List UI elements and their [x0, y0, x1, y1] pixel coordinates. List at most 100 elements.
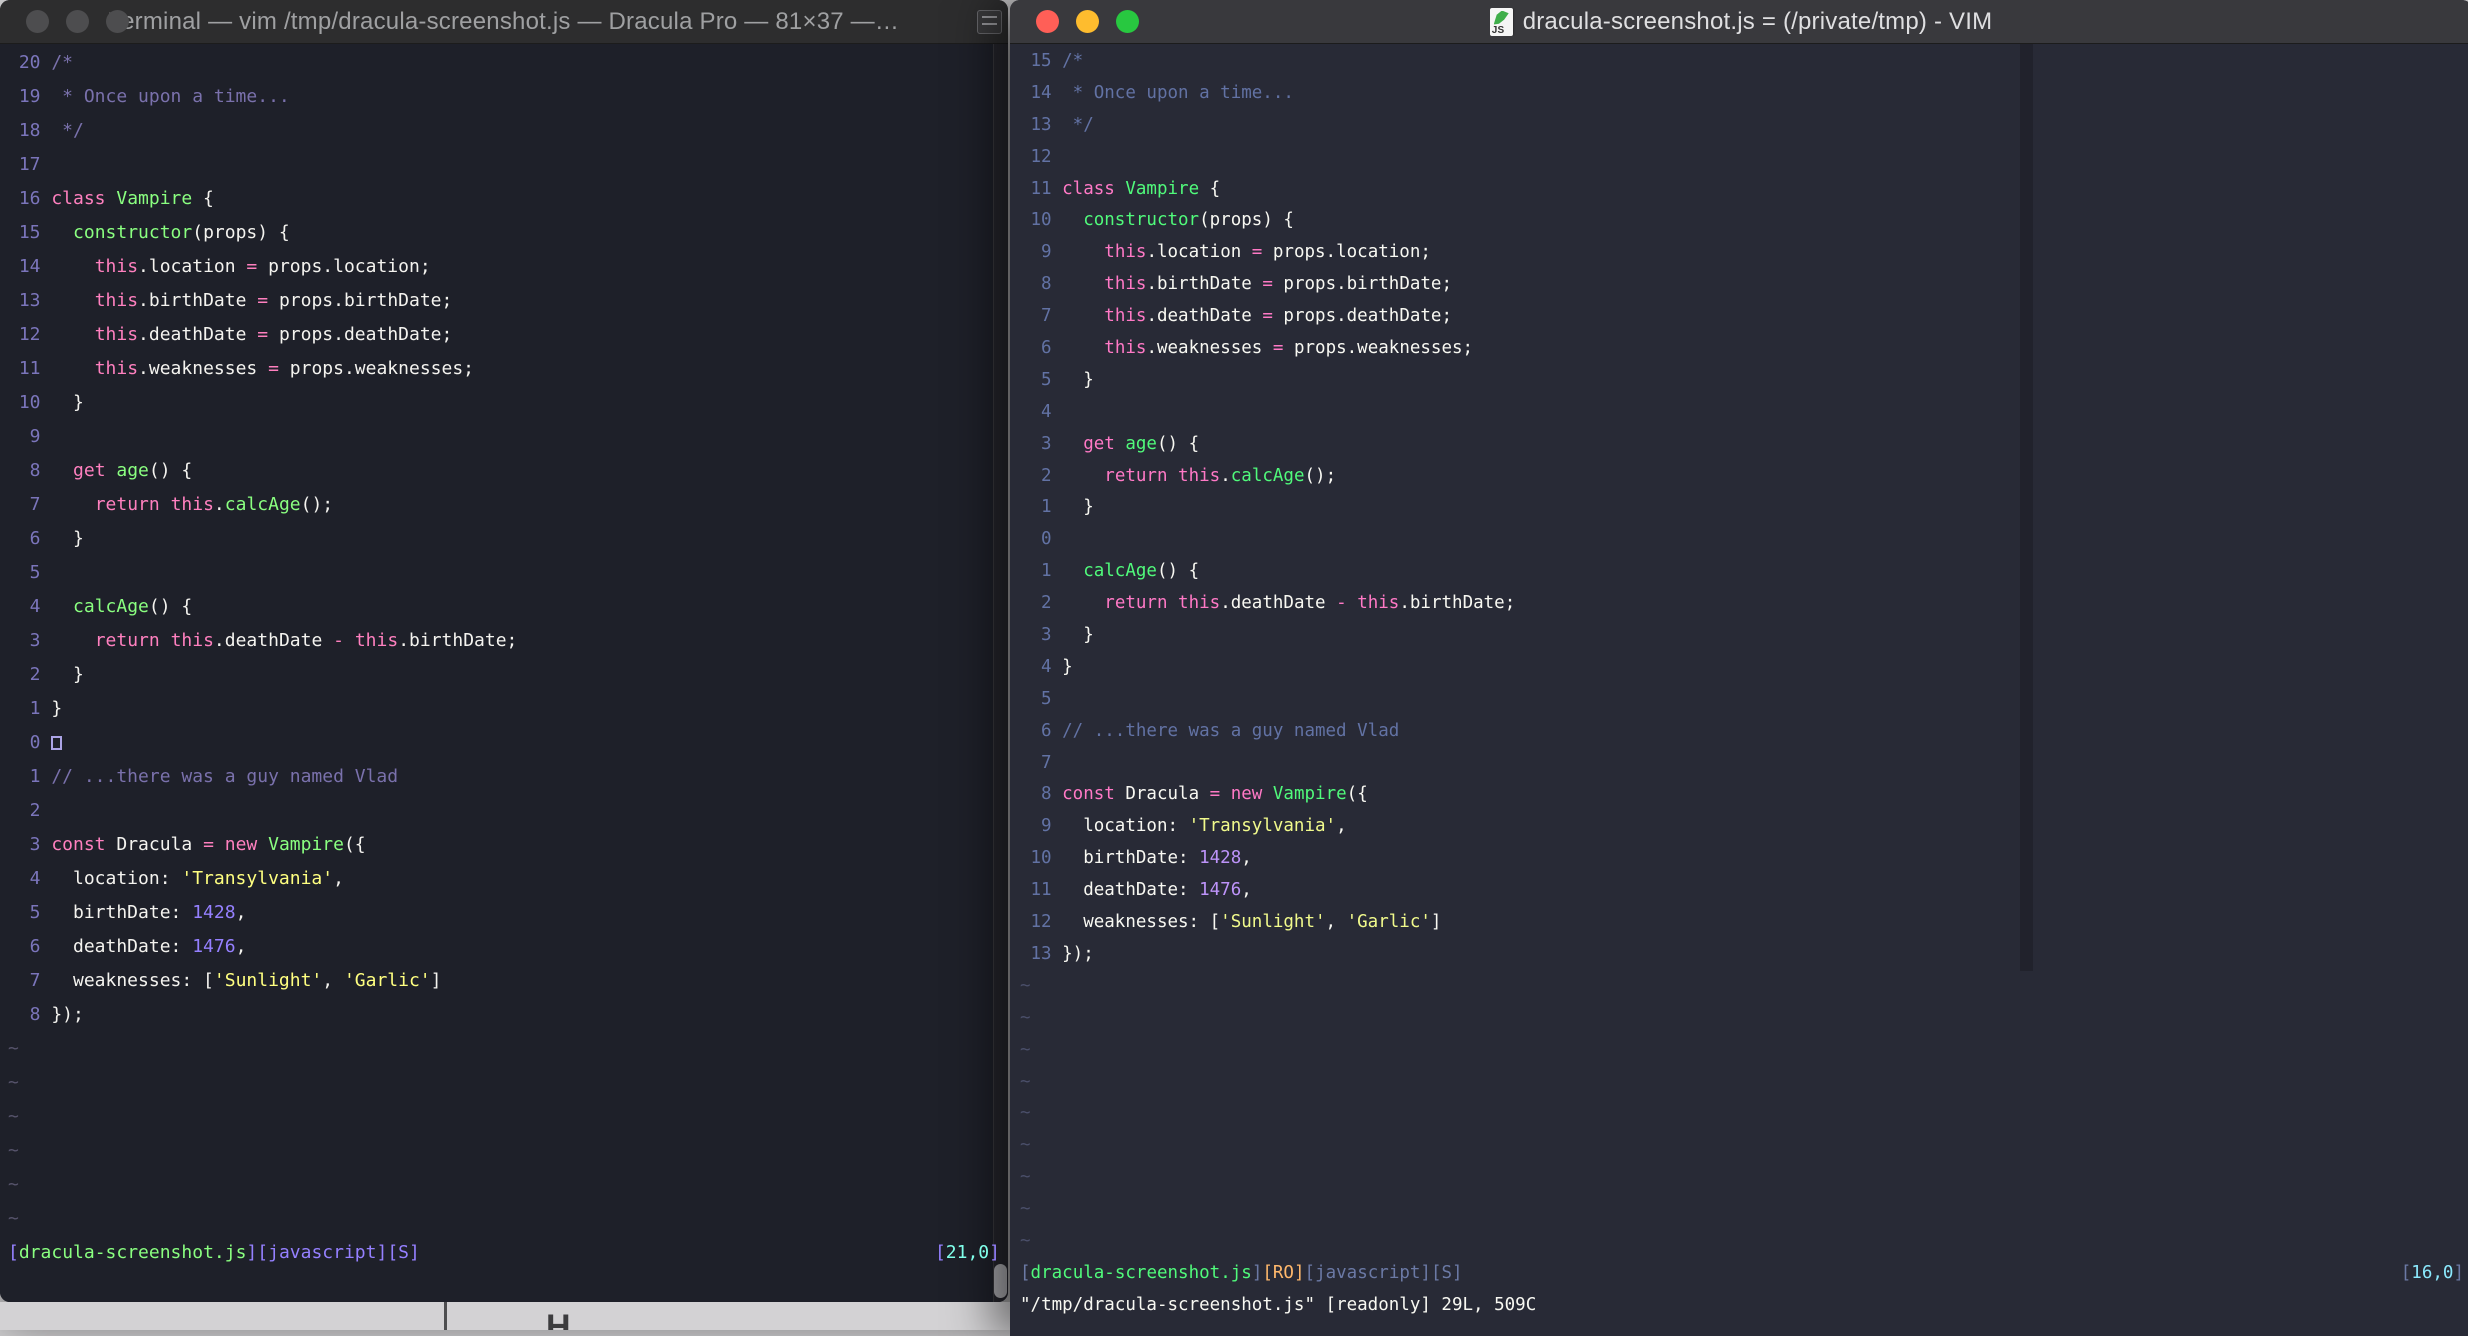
- code-line: 4}: [1020, 652, 2468, 684]
- line-number: 6: [1041, 720, 1052, 741]
- js-badge: JS: [1491, 24, 1505, 36]
- code-line: 2 }: [8, 658, 1008, 692]
- code-line: 19 * Once upon a time...: [8, 80, 1008, 114]
- marks-bar-icon: [982, 23, 997, 25]
- code-line: 2: [8, 794, 1008, 828]
- desktop-artifact-line: [444, 1302, 447, 1330]
- code-line: 7 return this.calcAge();: [8, 488, 1008, 522]
- line-number: 18: [18, 120, 41, 141]
- filler-tilde: ~: [8, 1106, 19, 1127]
- code-line: 12 this.deathDate = props.deathDate;: [8, 318, 1008, 352]
- code-line: 0: [8, 726, 1008, 760]
- zoom-button[interactable]: [106, 10, 129, 33]
- vim-leaf-icon: [1493, 10, 1509, 25]
- code-line: 11 deathDate: 1476,: [1020, 875, 2468, 907]
- code-line: 3 return this.deathDate - this.birthDate…: [8, 624, 1008, 658]
- code-line: 10 constructor(props) {: [1020, 205, 2468, 237]
- code-line: 0: [1020, 524, 2468, 556]
- terminal-titlebar[interactable]: Terminal — vim /tmp/dracula-screenshot.j…: [0, 0, 1008, 44]
- line-number: 14: [18, 256, 41, 277]
- line-number: 9: [1041, 816, 1052, 837]
- filler-tilde: ~: [8, 1140, 19, 1161]
- line-number: 1: [29, 766, 41, 787]
- line-number: 4: [1041, 656, 1052, 677]
- code-line: 10 }: [8, 386, 1008, 420]
- line-number: 4: [29, 596, 41, 617]
- code-line: 8 this.birthDate = props.birthDate;: [1020, 269, 2468, 301]
- line-number: 2: [1041, 465, 1052, 486]
- terminal-window[interactable]: Terminal — vim /tmp/dracula-screenshot.j…: [0, 0, 1008, 1302]
- code-line: 1// ...there was a guy named Vlad: [8, 760, 1008, 794]
- line-number: 11: [18, 358, 41, 379]
- code-line: 16 class Vampire {: [8, 182, 1008, 216]
- line-number: 17: [18, 154, 41, 175]
- vim-editor-left[interactable]: 20/* 19 * Once upon a time... 18 */17 16 cla…: [0, 44, 1008, 1302]
- line-number: 5: [1041, 688, 1052, 709]
- code-line: 6 }: [8, 522, 1008, 556]
- line-number: 6: [29, 936, 41, 957]
- code-line: 1 }: [1020, 492, 2468, 524]
- code-line: 5 birthDate: 1428,: [8, 896, 1008, 930]
- code-line: 11 this.weaknesses = props.weaknesses;: [8, 352, 1008, 386]
- line-number: 13: [1030, 943, 1052, 964]
- vim-cursor: [51, 736, 63, 751]
- desktop-background: H: [0, 1302, 1010, 1330]
- filler-tilde: ~: [1020, 1167, 1031, 1188]
- macvim-titlebar[interactable]: JS dracula-screenshot.js = (/private/tmp…: [1010, 0, 2468, 44]
- code-line: 12 weaknesses: ['Sunlight', 'Garlic']: [1020, 907, 2468, 939]
- line-number: 11: [1030, 880, 1052, 901]
- document-icon: JS: [1489, 7, 1513, 36]
- line-number: 10: [1030, 848, 1052, 869]
- code-line: 3 }: [1020, 620, 2468, 652]
- line-number: 15: [1030, 51, 1052, 71]
- line-number: 1: [1041, 497, 1052, 518]
- line-number: 3: [1041, 433, 1052, 454]
- line-number: 6: [29, 528, 41, 549]
- code-line: 6 deathDate: 1476,: [8, 930, 1008, 964]
- close-button[interactable]: [26, 10, 49, 33]
- code-line: 2 return this.calcAge();: [1020, 461, 2468, 493]
- filler-tilde: ~: [8, 1072, 19, 1093]
- line-number: 7: [29, 970, 41, 991]
- line-number: 20: [18, 52, 41, 73]
- line-number: 15: [18, 222, 41, 243]
- terminal-marks-icon[interactable]: [977, 10, 1002, 34]
- line-number: 5: [29, 562, 41, 583]
- code-line: 7 weaknesses: ['Sunlight', 'Garlic']: [8, 964, 1008, 998]
- line-number: 13: [1030, 114, 1052, 135]
- line-number: 7: [1041, 306, 1052, 327]
- code-line: 9: [8, 420, 1008, 454]
- zoom-button[interactable]: [1116, 10, 1139, 33]
- line-number: 10: [18, 392, 41, 413]
- code-line: 18 */: [8, 114, 1008, 148]
- minimize-button[interactable]: [1076, 10, 1099, 33]
- close-button[interactable]: [1036, 10, 1059, 33]
- line-number: 8: [29, 1004, 41, 1025]
- code-line: 13});: [1020, 939, 2468, 971]
- filler-tilde: ~: [8, 1038, 19, 1059]
- desktop-artifact-text: H: [546, 1308, 571, 1330]
- line-number: 12: [1030, 912, 1052, 933]
- marks-bar-icon: [982, 16, 997, 18]
- line-number: 12: [1030, 146, 1052, 167]
- code-line: 2 return this.deathDate - this.birthDate…: [1020, 588, 2468, 620]
- code-line: 1}: [8, 692, 1008, 726]
- line-number: 7: [1041, 752, 1052, 773]
- code-line: 17: [8, 148, 1008, 182]
- vim-ruler: [21,0]: [934, 1242, 1000, 1263]
- code-line: 4 calcAge() {: [8, 590, 1008, 624]
- macvim-window[interactable]: JS dracula-screenshot.js = (/private/tmp…: [1010, 0, 2468, 1336]
- code-line: 6// ...there was a guy named Vlad: [1020, 716, 2468, 748]
- line-number: 1: [1041, 561, 1052, 582]
- code-line: 5: [8, 556, 1008, 590]
- vim-editor-right[interactable]: 15/* 14 * Once upon a time... 13 */12 11 cla…: [1010, 44, 2468, 1330]
- vim-commandline: "/tmp/dracula-screenshot.js" [readonly] …: [1020, 1294, 1537, 1315]
- code-line: 7: [1020, 748, 2468, 780]
- line-number: 8: [29, 460, 41, 481]
- line-number: 3: [29, 834, 41, 855]
- line-number: 11: [1030, 178, 1052, 199]
- line-number: 7: [29, 494, 41, 515]
- code-line: 13 */: [1020, 110, 2468, 142]
- line-number: 2: [1041, 593, 1052, 614]
- minimize-button[interactable]: [66, 10, 89, 33]
